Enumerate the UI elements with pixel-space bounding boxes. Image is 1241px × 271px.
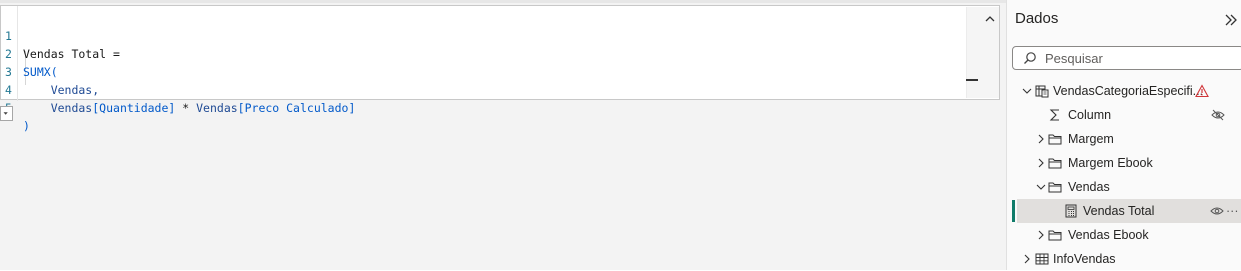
dax-formula-editor[interactable]: 1 Vendas Total = 2 SUMX( 3 Vendas, 4 Ven… [0,5,1000,133]
chevron-up-icon[interactable] [983,12,997,26]
search-box[interactable] [1012,46,1241,70]
tree-item-label: Vendas Total [1083,204,1155,218]
code-line-1[interactable]: 1 Vendas Total = [1,9,120,61]
formula-area: 1 Vendas Total = 2 SUMX( 3 Vendas, 4 Ven… [0,0,1006,270]
chevron-down-icon[interactable] [1020,84,1034,98]
calc-table-icon [1035,85,1049,98]
tree-item-folder-margem-ebook[interactable]: Margem Ebook [1017,151,1237,175]
chevron-right-icon[interactable] [1020,252,1034,266]
code-token: [Preco Calculado] [237,101,356,115]
sigma-icon [1049,109,1059,121]
calculator-icon [1065,204,1077,218]
chevron-right-icon[interactable] [1034,156,1048,170]
code-line-4[interactable]: 4 Vendas[Quantidade] * Vendas[Preco Calc… [1,63,355,115]
triangle-down-icon [3,112,8,115]
warning-icon [1195,84,1209,98]
code-line-3[interactable]: 3 Vendas, [1,45,99,97]
pane-title: Dados [1015,10,1059,27]
tree-item-folder-vendas-ebook[interactable]: Vendas Ebook [1017,223,1237,247]
folder-icon [1048,134,1062,145]
tree-item-column[interactable]: Column [1017,103,1237,127]
selection-indicator [1012,200,1015,222]
tree-item-label: Margem Ebook [1068,156,1153,170]
chevron-down-icon[interactable] [1034,180,1048,194]
code-token: * [175,101,197,115]
folder-icon [1048,158,1062,169]
table-icon [1035,253,1049,265]
search-input[interactable] [1045,50,1235,67]
folder-icon [1048,230,1062,241]
hidden-eye-icon[interactable] [1211,108,1225,122]
search-icon [1024,52,1036,64]
code-token: [Quantidade] [92,101,176,115]
code-line-2[interactable]: 2 SUMX( [1,27,58,79]
more-options-button[interactable]: ··· [1226,199,1239,223]
tree-item-label: Vendas [1068,180,1110,194]
code-line-5[interactable]: 5 ) [1,81,43,133]
tree-item-folder-margem[interactable]: Margem [1017,127,1237,151]
tree-item-label: InfoVendas [1053,252,1116,266]
tree-item-label: Margem [1068,132,1114,146]
code-token: ) [23,119,30,133]
tree-item-measure-vendas-total[interactable]: Vendas Total ··· [1017,199,1241,223]
data-pane: Dados VendasCategoriaEspecifi... Colu [1006,0,1241,270]
tree-item-label: Column [1068,108,1112,122]
tree-item-table[interactable]: VendasCategoriaEspecifi... [1017,79,1237,103]
eye-icon[interactable] [1210,204,1224,218]
tree-item-label: VendasCategoriaEspecifi... [1053,84,1204,98]
chevron-right-icon[interactable] [1034,132,1048,146]
collapse-editor-button[interactable] [966,79,978,81]
tree-item-folder-vendas[interactable]: Vendas [1017,175,1237,199]
collapse-pane-icon[interactable] [1224,13,1238,27]
code-token: Vendas [196,101,238,115]
chevron-right-icon[interactable] [1034,228,1048,242]
expand-dropdown-button[interactable] [0,106,13,121]
tree-item-label: Vendas Ebook [1068,228,1149,242]
toolbar-edge [0,0,1006,3]
tree-item-table-infovendas[interactable]: InfoVendas [1017,247,1237,271]
folder-icon [1048,182,1062,193]
